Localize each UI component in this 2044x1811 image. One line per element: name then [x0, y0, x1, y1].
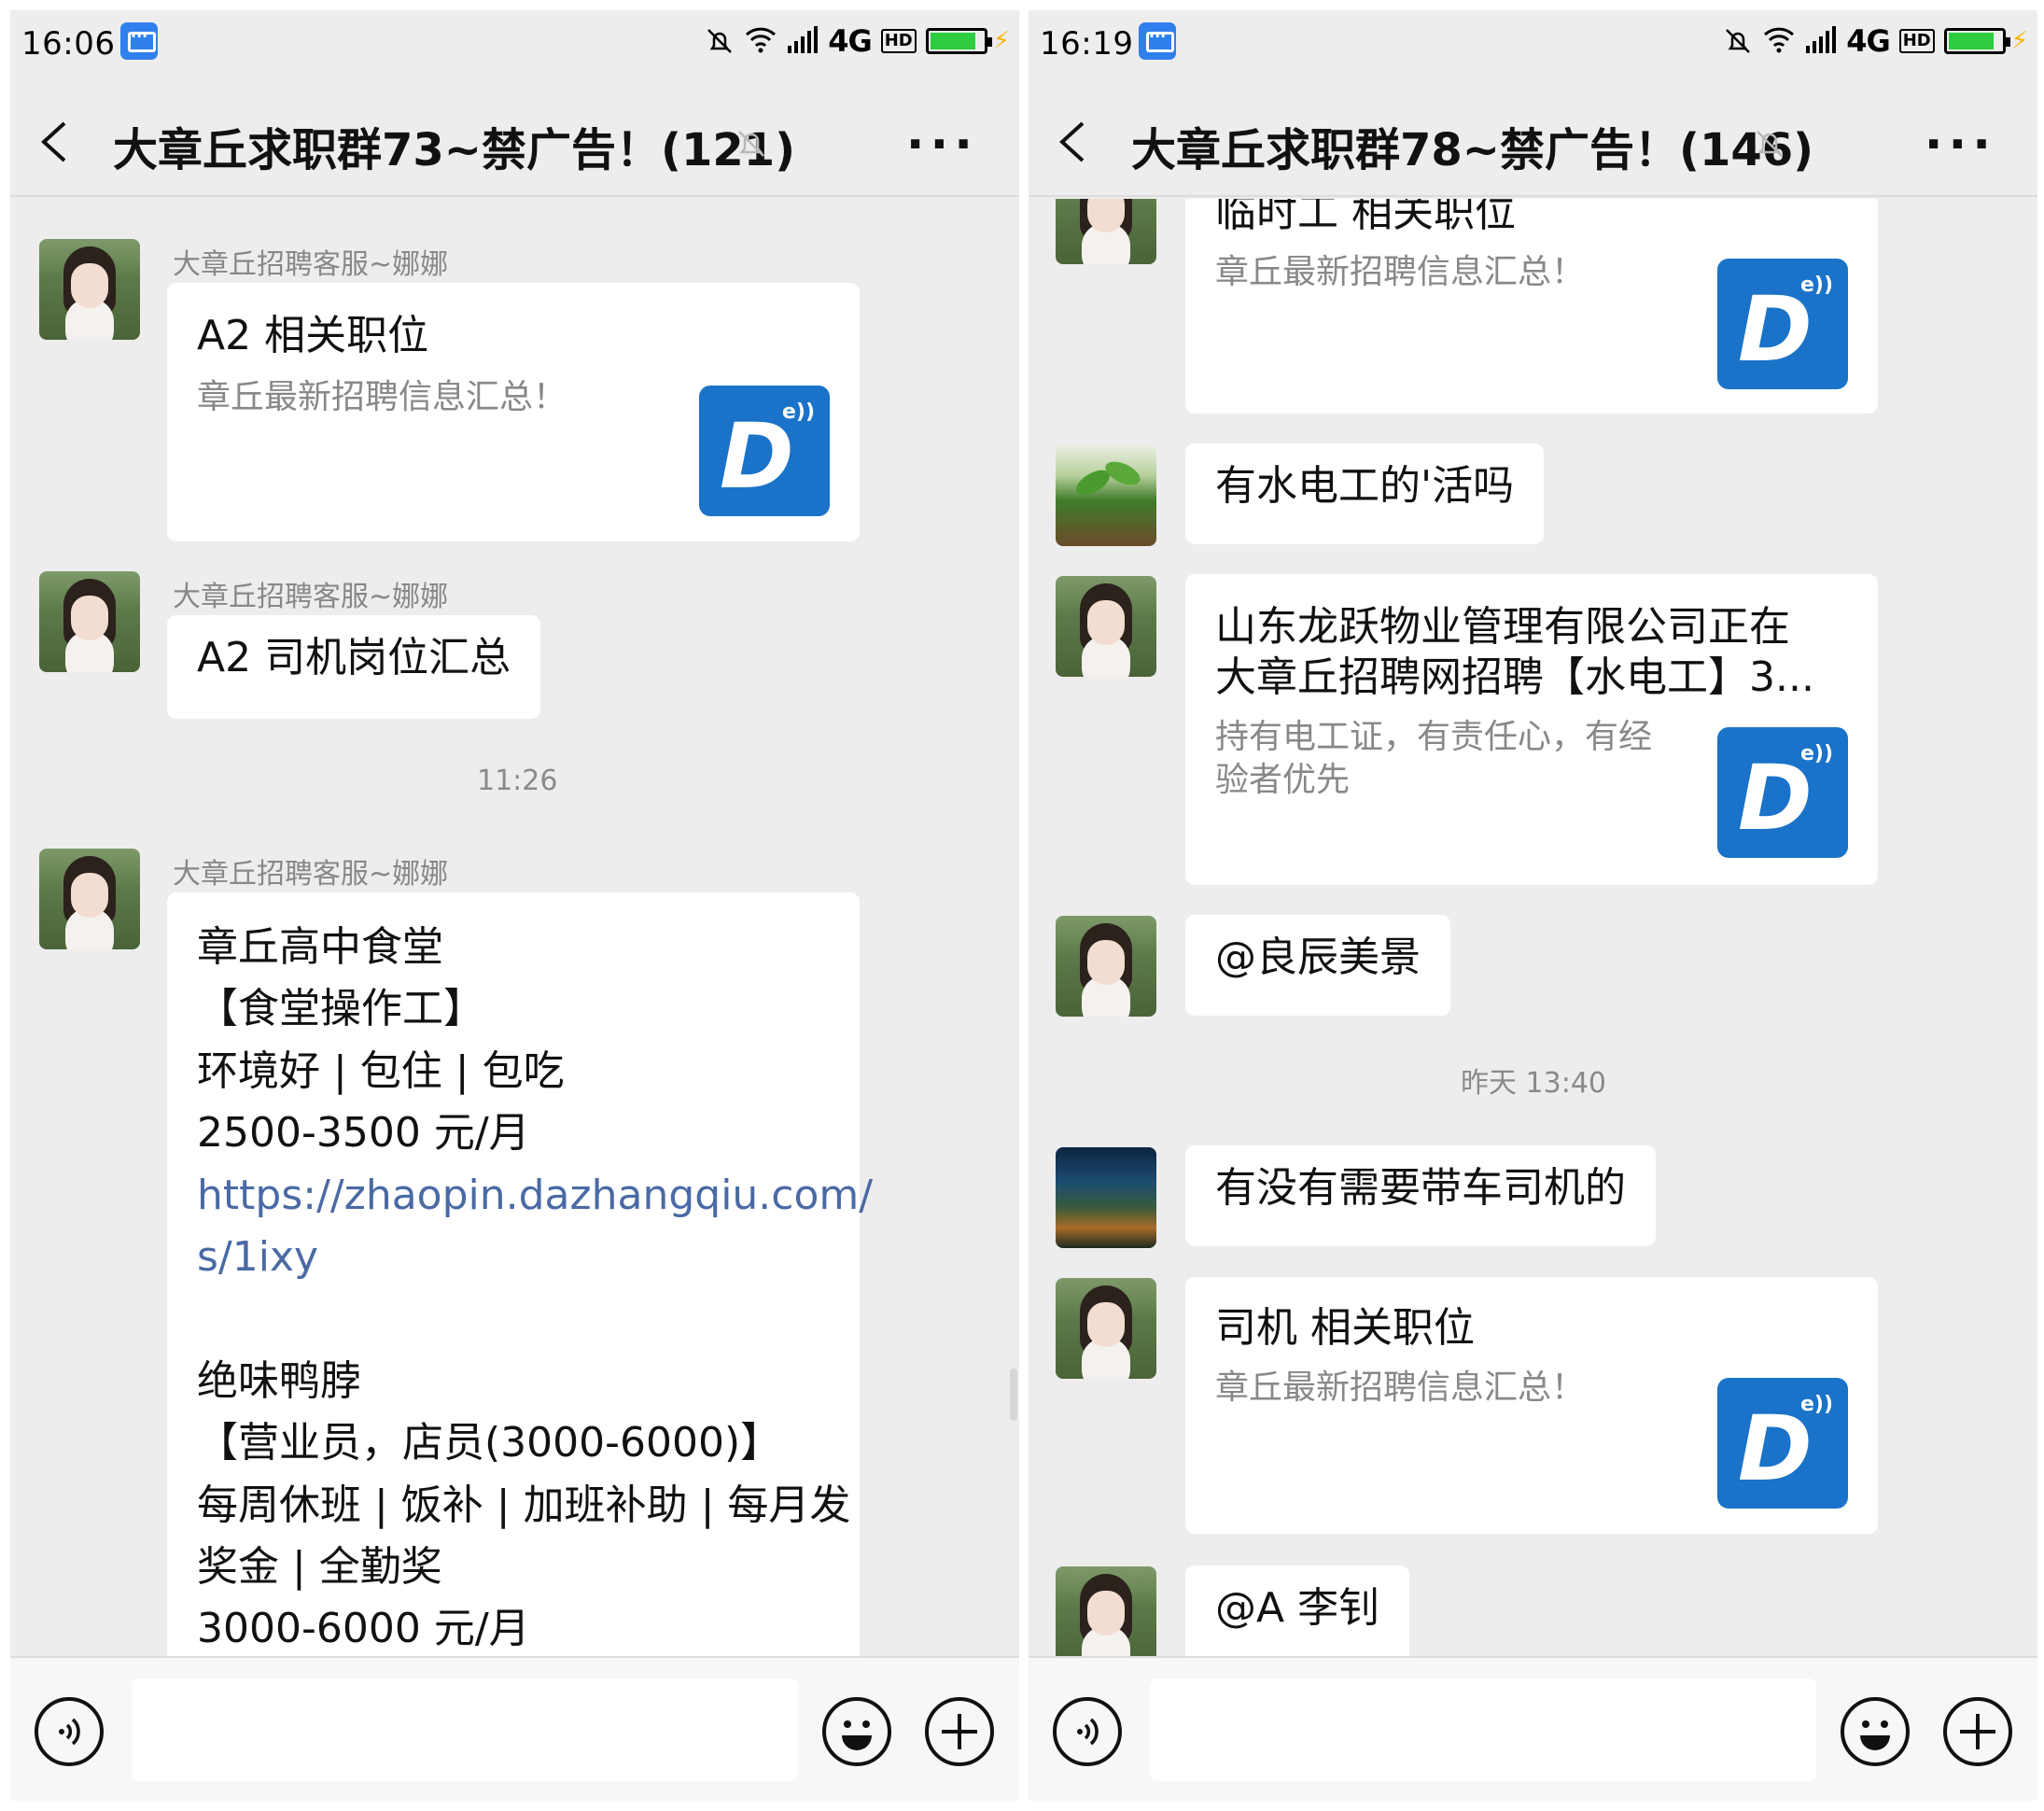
card-title: A2 相关职位: [197, 312, 429, 359]
message-bubble[interactable]: 有没有需要带车司机的: [1185, 1145, 1656, 1246]
chevron-left-icon[interactable]: [1057, 120, 1090, 162]
chevron-left-icon[interactable]: [38, 120, 72, 162]
message-bubble[interactable]: @A 李钊: [1185, 1565, 1410, 1656]
card-description-line-1: 持有电工证，有责任心，有经: [1215, 718, 1653, 756]
status-bar: 16:19 4G HD ⚡: [1029, 10, 2037, 76]
charging-icon: ⚡: [992, 27, 1010, 55]
link-card[interactable]: 山东龙跃物业管理有限公司正在 大章丘招聘网招聘【水电工】3... 持有电工证，有…: [1185, 574, 1878, 885]
message-list: 临时工 相关职位 章丘最新招聘信息汇总！ De)) 有水电工的'活吗 山东龙跃物…: [1029, 199, 2037, 1656]
avatar[interactable]: [1056, 1278, 1156, 1379]
message-line: 章丘高中食堂: [197, 923, 443, 971]
card-title-line-2: 大章丘招聘网招聘【水电工】3...: [1215, 653, 1814, 701]
bell-off-icon: [735, 127, 768, 161]
message-timestamp: 昨天 13:40: [1461, 1067, 1606, 1100]
input-bar: [1029, 1656, 2037, 1801]
message-input[interactable]: [132, 1678, 798, 1781]
status-time: 16:19: [1040, 25, 1134, 63]
battery-icon: [925, 28, 992, 54]
bell-off-icon: [705, 26, 735, 56]
message-line: 奖金 | 全勤奖: [197, 1543, 442, 1592]
message-line: 【营业员，店员(3000-6000)】: [197, 1419, 782, 1467]
status-bar: 16:06 4G HD ⚡: [10, 10, 1019, 76]
card-description-line-2: 验者优先: [1215, 761, 1351, 799]
avatar[interactable]: [1056, 1566, 1156, 1656]
wifi-icon: [1762, 25, 1796, 57]
network-type: 4G: [828, 23, 873, 59]
left-chat-window: 16:06 4G HD ⚡ 大章丘求职群73~禁广告！(121) ···: [10, 10, 1019, 1801]
chat-title: 大章丘求职群73~禁广告！(121): [113, 124, 796, 176]
avatar[interactable]: [39, 239, 140, 340]
app-logo-icon: De)): [1717, 1378, 1848, 1509]
signal-icon: [787, 25, 819, 57]
message-link[interactable]: https://zhaopin.dazhangqiu.com/: [197, 1165, 873, 1227]
network-type: 4G: [1846, 23, 1891, 59]
chat-title: 大章丘求职群78~禁广告！(146): [1131, 124, 1814, 176]
avatar[interactable]: [1056, 916, 1156, 1017]
chat-header: 大章丘求职群78~禁广告！(146) ···: [1029, 85, 2037, 197]
emoji-icon[interactable]: [1841, 1697, 1910, 1766]
link-card[interactable]: 临时工 相关职位 章丘最新招聘信息汇总！ De)): [1185, 199, 1878, 414]
card-description: 章丘最新招聘信息汇总！: [1215, 1369, 1586, 1407]
card-title: 司机 相关职位: [1215, 1304, 1475, 1352]
wifi-icon: [744, 25, 777, 57]
avatar[interactable]: [1056, 445, 1156, 546]
avatar[interactable]: [1056, 199, 1156, 264]
message-link[interactable]: s/1ixy: [197, 1227, 830, 1288]
message-line: 每周休班 | 饭补 | 加班补助 | 每月发: [197, 1481, 851, 1529]
link-card[interactable]: 司机 相关职位 章丘最新招聘信息汇总！ De)): [1185, 1277, 1878, 1534]
more-icon[interactable]: ···: [1925, 117, 1996, 173]
message-notification-icon: [120, 22, 158, 60]
message-bubble[interactable]: 有水电工的'活吗: [1185, 443, 1545, 544]
card-description: 章丘最新招聘信息汇总！: [1215, 253, 1586, 291]
app-logo-icon: De)): [1717, 259, 1848, 389]
hd-badge: HD: [1898, 29, 1935, 53]
status-time: 16:06: [21, 25, 116, 63]
message-line: 环境好 | 包住 | 包吃: [197, 1046, 565, 1095]
message-notification-icon: [1139, 22, 1176, 60]
avatar[interactable]: [39, 849, 140, 949]
card-description: 章丘最新招聘信息汇总！: [197, 378, 567, 416]
message-line: 2500-3500 元/月: [197, 1109, 530, 1158]
app-logo-icon: De)): [699, 386, 830, 516]
app-logo-icon: De)): [1717, 727, 1848, 858]
scrollbar[interactable]: [1010, 1369, 1017, 1421]
message-timestamp: 11:26: [477, 765, 558, 797]
emoji-icon[interactable]: [822, 1697, 891, 1766]
sender-name: 大章丘招聘客服~娜娜: [173, 581, 449, 613]
avatar[interactable]: [1056, 576, 1156, 677]
bell-off-icon: [1753, 127, 1786, 161]
bell-off-icon: [1723, 26, 1753, 56]
status-indicators: 4G HD ⚡: [705, 22, 1010, 60]
card-title-line-1: 山东龙跃物业管理有限公司正在: [1215, 603, 1790, 651]
link-card[interactable]: A2 相关职位 章丘最新招聘信息汇总！ De)): [167, 283, 860, 541]
plus-icon[interactable]: [1943, 1697, 2012, 1766]
sender-name: 大章丘招聘客服~娜娜: [173, 248, 449, 281]
voice-icon[interactable]: [35, 1697, 104, 1766]
right-chat-window: 16:19 4G HD ⚡ 大章丘求职群78~禁广告！(146) ···: [1029, 10, 2037, 1801]
input-bar: [10, 1656, 1019, 1801]
hd-badge: HD: [880, 29, 917, 53]
card-title: 临时工 相关职位: [1215, 199, 1516, 236]
signal-icon: [1805, 25, 1837, 57]
status-indicators: 4G HD ⚡: [1723, 22, 2028, 60]
avatar[interactable]: [1056, 1147, 1156, 1248]
message-input[interactable]: [1150, 1678, 1816, 1781]
voice-icon[interactable]: [1053, 1697, 1122, 1766]
message-bubble[interactable]: @良辰美景: [1185, 915, 1450, 1016]
more-icon[interactable]: ···: [906, 117, 978, 173]
message-bubble[interactable]: A2 司机岗位汇总: [167, 615, 541, 719]
battery-icon: [1943, 28, 2010, 54]
message-line: 绝味鸭脖: [197, 1356, 361, 1405]
message-line: 【食堂操作工】: [197, 985, 484, 1033]
charging-icon: ⚡: [2010, 27, 2028, 55]
avatar[interactable]: [39, 571, 140, 672]
message-line: 3000-6000 元/月: [197, 1605, 530, 1653]
plus-icon[interactable]: [925, 1697, 994, 1766]
chat-header: 大章丘求职群73~禁广告！(121) ···: [10, 85, 1019, 197]
sender-name: 大章丘招聘客服~娜娜: [173, 858, 449, 891]
